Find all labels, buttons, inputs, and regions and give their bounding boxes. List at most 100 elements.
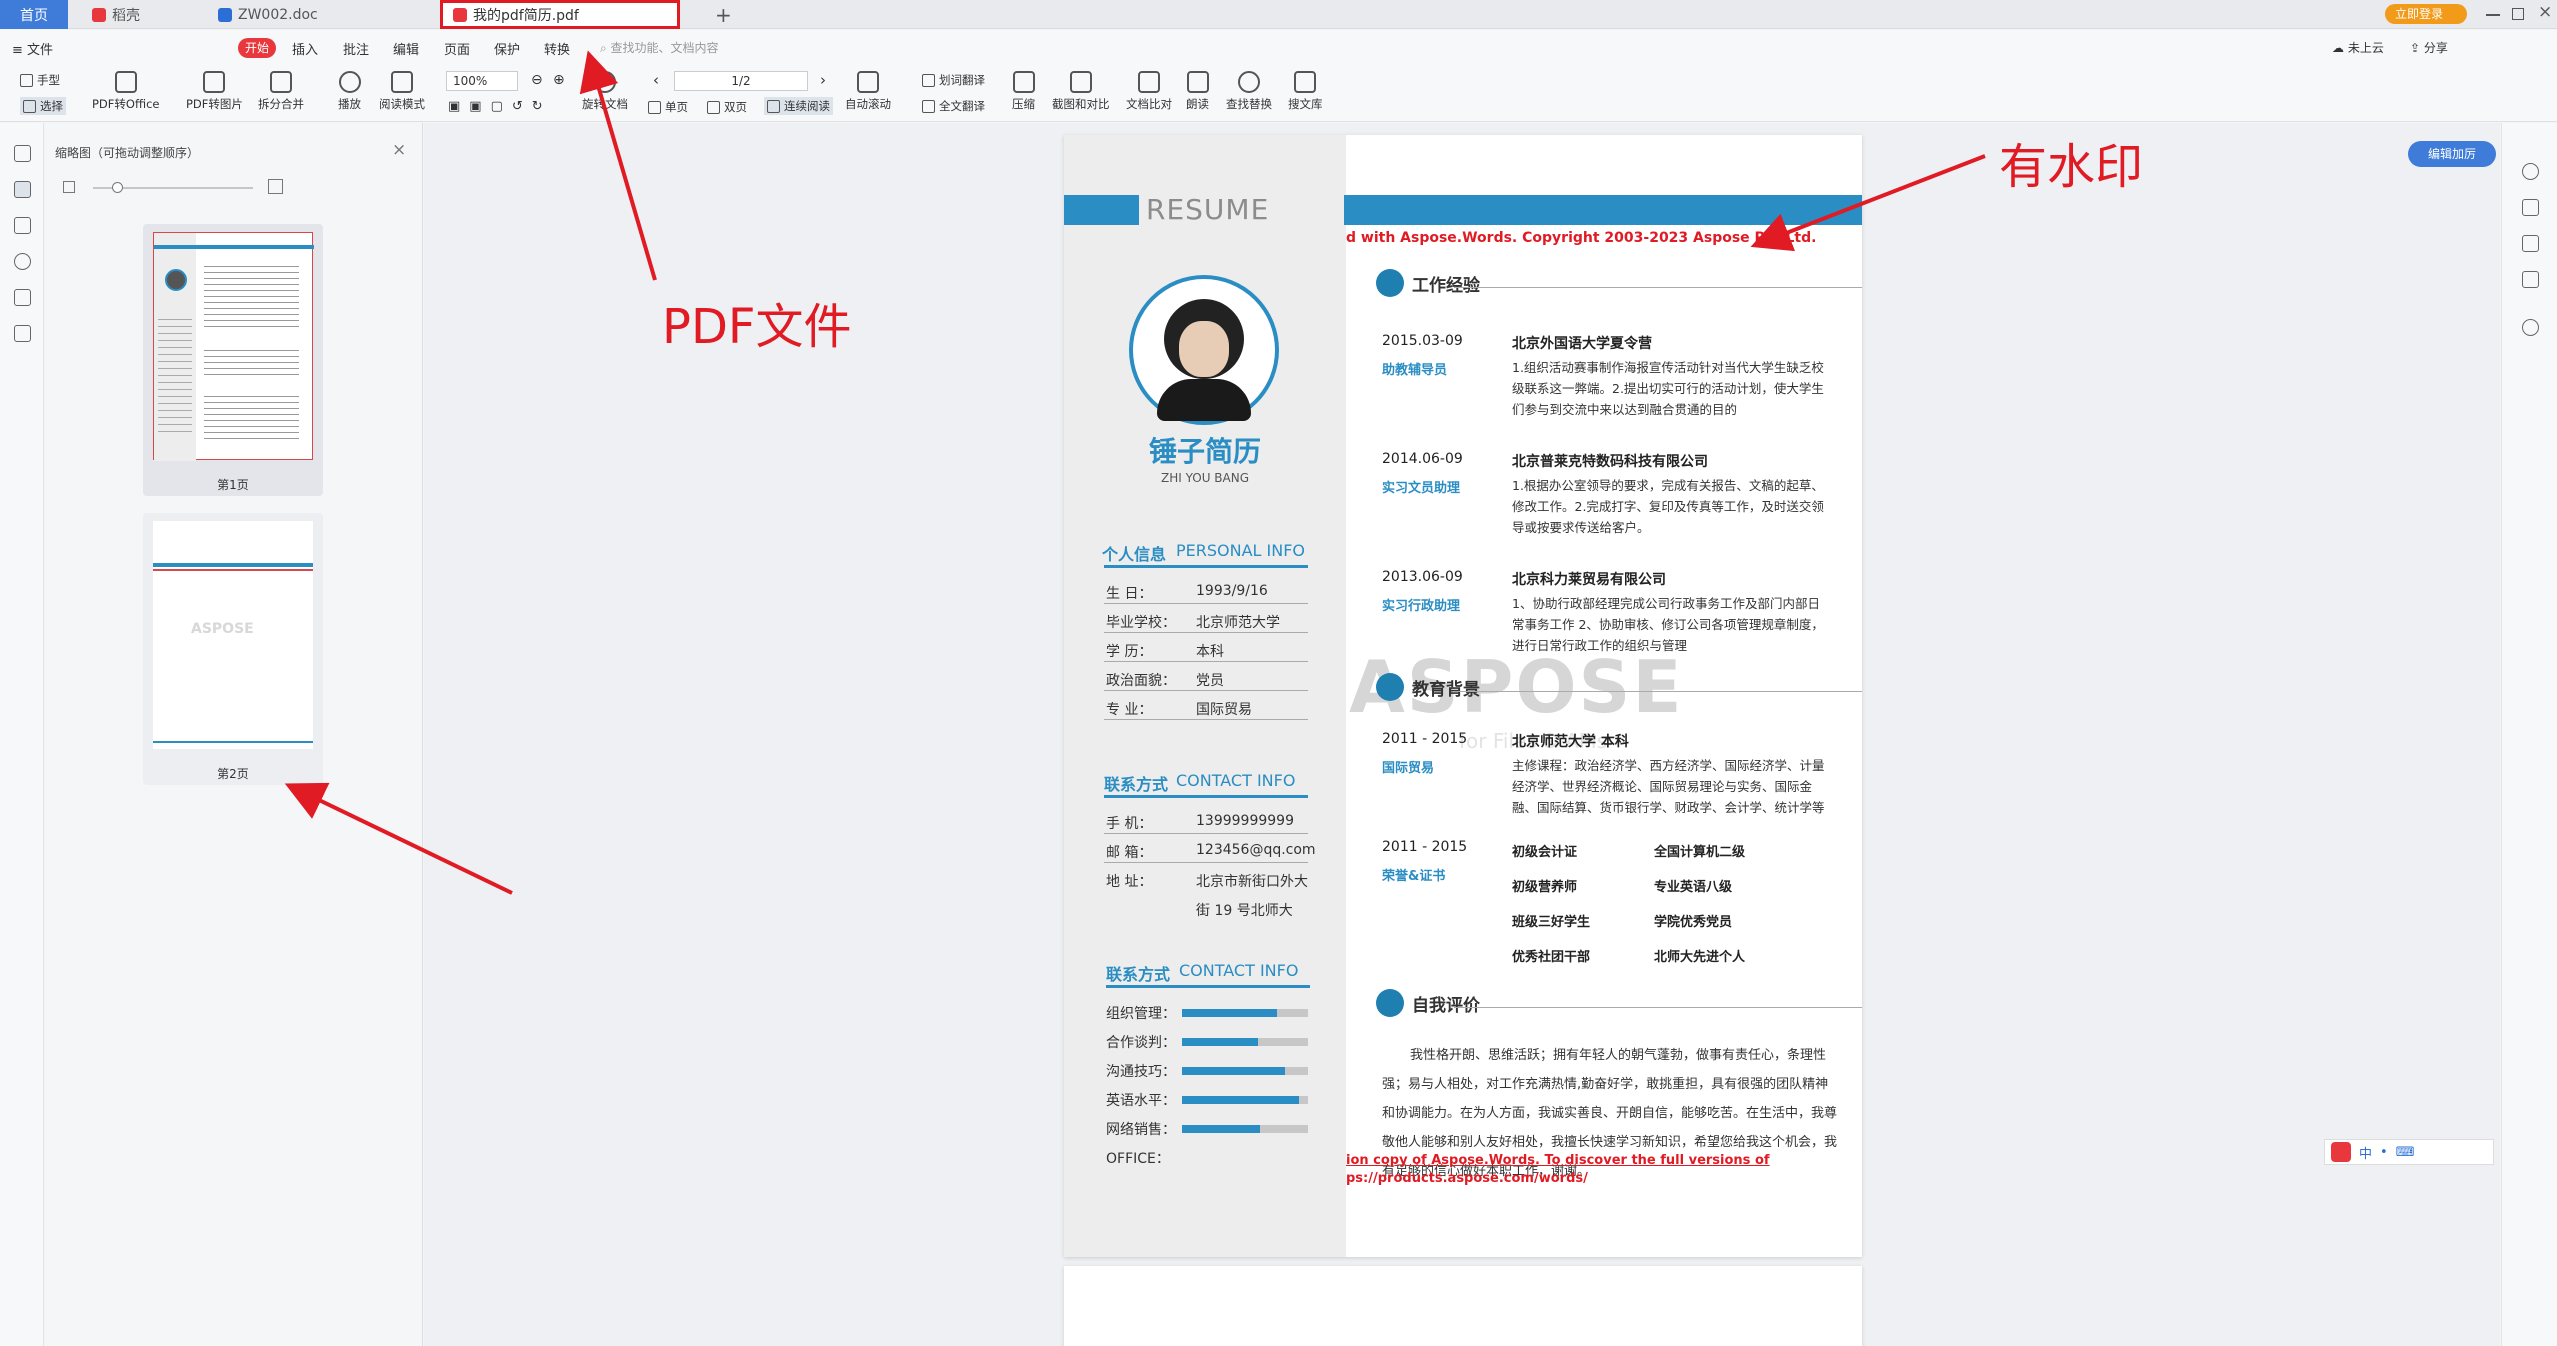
search-library-button[interactable]: 搜文库: [1288, 71, 1323, 112]
tab-home[interactable]: 首页: [0, 0, 68, 29]
next-page-icon[interactable]: ›: [820, 71, 826, 89]
cloud-status[interactable]: ☁ 未上云: [2332, 39, 2384, 56]
word-translate-label: 划词翻译: [939, 73, 985, 87]
play-button[interactable]: 播放: [338, 71, 361, 112]
hand-tool[interactable]: 手型: [20, 72, 60, 88]
ime-toolbar[interactable]: 中 • ⌨: [2324, 1139, 2494, 1165]
split-merge-button[interactable]: 拆分合并: [258, 71, 304, 112]
zoom-in-icon[interactable]: ⊕: [553, 72, 565, 88]
personal-label: 政治面貌：: [1106, 673, 1176, 689]
settings-sliders-icon[interactable]: [2522, 235, 2539, 252]
graduation-cap-icon: [1376, 673, 1404, 701]
tab-edit[interactable]: 编辑: [393, 39, 419, 58]
select-tool[interactable]: 选择: [20, 97, 66, 115]
read-aloud-button[interactable]: 朗读: [1186, 71, 1209, 112]
slider-handle[interactable]: [112, 182, 123, 193]
find-replace-button[interactable]: 查找替换: [1226, 71, 1272, 112]
watermark-bottom-1: ion copy of Aspose.Words. To discover th…: [1346, 1153, 1770, 1168]
personal-value: 1993/9/16: [1196, 583, 1268, 599]
signature-icon[interactable]: [14, 289, 31, 306]
search-box[interactable]: ⌕ 查找功能、文档内容: [600, 39, 719, 56]
tab-page[interactable]: 页面: [444, 39, 470, 58]
file-menu[interactable]: ≡ 文件: [12, 39, 53, 58]
self-title-text: 自我评价: [1412, 995, 1480, 1016]
help-icon[interactable]: [2522, 319, 2539, 336]
thumb-watermark: ASPOSE: [191, 621, 254, 637]
skill-bar: [1182, 1125, 1308, 1133]
convert-icon[interactable]: [2522, 199, 2539, 216]
compress-button[interactable]: 压缩: [1012, 71, 1035, 112]
job-date: 2013.06-09: [1382, 569, 1463, 585]
continuous-read-button[interactable]: 连续阅读: [764, 97, 833, 115]
right-icon-rail: [2501, 123, 2557, 1346]
zoom-out-icon[interactable]: ⊖: [531, 72, 543, 88]
attachment-icon[interactable]: [14, 253, 31, 270]
share-button[interactable]: ⇪ 分享: [2410, 39, 2448, 56]
rotate-document-button[interactable]: 旋转文档: [582, 71, 628, 112]
resume-header-title: RESUME: [1146, 193, 1270, 226]
edit-pdf-label: 编辑加厉: [2427, 147, 2476, 161]
pdf-to-office-button[interactable]: PDF转Office: [92, 71, 159, 112]
tab-zw002[interactable]: ZW002.doc: [208, 0, 428, 29]
tab-comment[interactable]: 批注: [343, 39, 369, 58]
thumbnail-icon[interactable]: [14, 181, 31, 198]
rotate-icon: [594, 71, 616, 93]
prev-page-icon[interactable]: ‹: [653, 71, 659, 89]
doc-compare-button[interactable]: 文档比对: [1126, 71, 1172, 112]
read-mode-button[interactable]: 阅读模式: [379, 71, 425, 112]
small-thumb-icon[interactable]: [63, 181, 75, 193]
cert-item: 专业英语八级: [1654, 880, 1733, 895]
large-thumb-icon[interactable]: [268, 179, 283, 194]
personal-label: 学 历：: [1106, 644, 1153, 660]
single-page-icon: [648, 100, 661, 114]
document-viewer[interactable]: 编辑加厉 RESUME d with Aspose.Words. Copyrig…: [424, 123, 2500, 1346]
zoom-icon[interactable]: [2522, 163, 2539, 180]
briefcase-icon: [1376, 269, 1404, 297]
share-icon[interactable]: [2522, 271, 2539, 288]
sogou-icon: [2331, 1142, 2351, 1162]
panel-close-icon[interactable]: ×: [392, 140, 406, 160]
close-icon[interactable]: ×: [2538, 2, 2552, 22]
thumb-page-2[interactable]: ASPOSE 第2页: [143, 513, 323, 785]
self-section-title: 自我评价: [1376, 989, 1480, 1017]
layers-icon[interactable]: [14, 325, 31, 342]
edit-pdf-button[interactable]: 编辑加厉: [2408, 141, 2496, 167]
page-number-input[interactable]: 1/2: [674, 71, 808, 91]
skill-bar-fill: [1182, 1009, 1277, 1017]
bookmark-icon[interactable]: [14, 145, 31, 162]
new-tab-button[interactable]: +: [715, 3, 732, 27]
tab-start[interactable]: 开始: [238, 38, 276, 58]
word-translate-button[interactable]: 划词翻译: [922, 72, 985, 88]
minimize-icon[interactable]: [2486, 14, 2500, 16]
tab-insert[interactable]: 插入: [292, 39, 318, 58]
personal-value: 党员: [1196, 673, 1224, 689]
view-tools[interactable]: ▣▣▢↺↻: [448, 99, 552, 114]
zoom-value: 100%: [453, 74, 488, 88]
login-button[interactable]: 立即登录: [2385, 4, 2467, 24]
zoom-select[interactable]: 100%: [446, 71, 518, 91]
auto-scroll-button[interactable]: 自动滚动: [845, 71, 891, 112]
tab-daoke[interactable]: 稻壳: [82, 0, 202, 29]
thumb-page-1[interactable]: 第1页: [143, 224, 323, 496]
full-translate-button[interactable]: 全文翻译: [922, 98, 985, 114]
double-page-button[interactable]: 双页: [707, 99, 747, 115]
tab-pdf[interactable]: 我的pdf简历.pdf: [440, 0, 680, 29]
cert-label: 荣誉&证书: [1382, 869, 1446, 884]
tab-zw002-label: ZW002.doc: [238, 6, 318, 23]
personal-label: 生 日：: [1106, 586, 1153, 602]
share-label: 分享: [2423, 41, 2448, 55]
comment-icon[interactable]: [14, 217, 31, 234]
ime-punct: •: [2380, 1144, 2388, 1160]
single-page-button[interactable]: 单页: [648, 99, 688, 115]
split-icon: [270, 71, 292, 93]
annotation-pdf: PDF文件: [662, 299, 852, 355]
tab-convert[interactable]: 转换: [544, 39, 570, 58]
work-title-text: 工作经验: [1412, 275, 1480, 296]
maximize-icon[interactable]: [2512, 8, 2524, 20]
screenshot-compare-button[interactable]: 截图和对比: [1052, 71, 1110, 112]
left-icon-rail: [0, 123, 44, 1346]
tab-protect[interactable]: 保护: [494, 39, 520, 58]
tab-daoke-label: 稻壳: [112, 7, 140, 24]
pdf-to-image-button[interactable]: PDF转图片: [186, 71, 243, 112]
speaker-icon: [1186, 71, 1209, 93]
